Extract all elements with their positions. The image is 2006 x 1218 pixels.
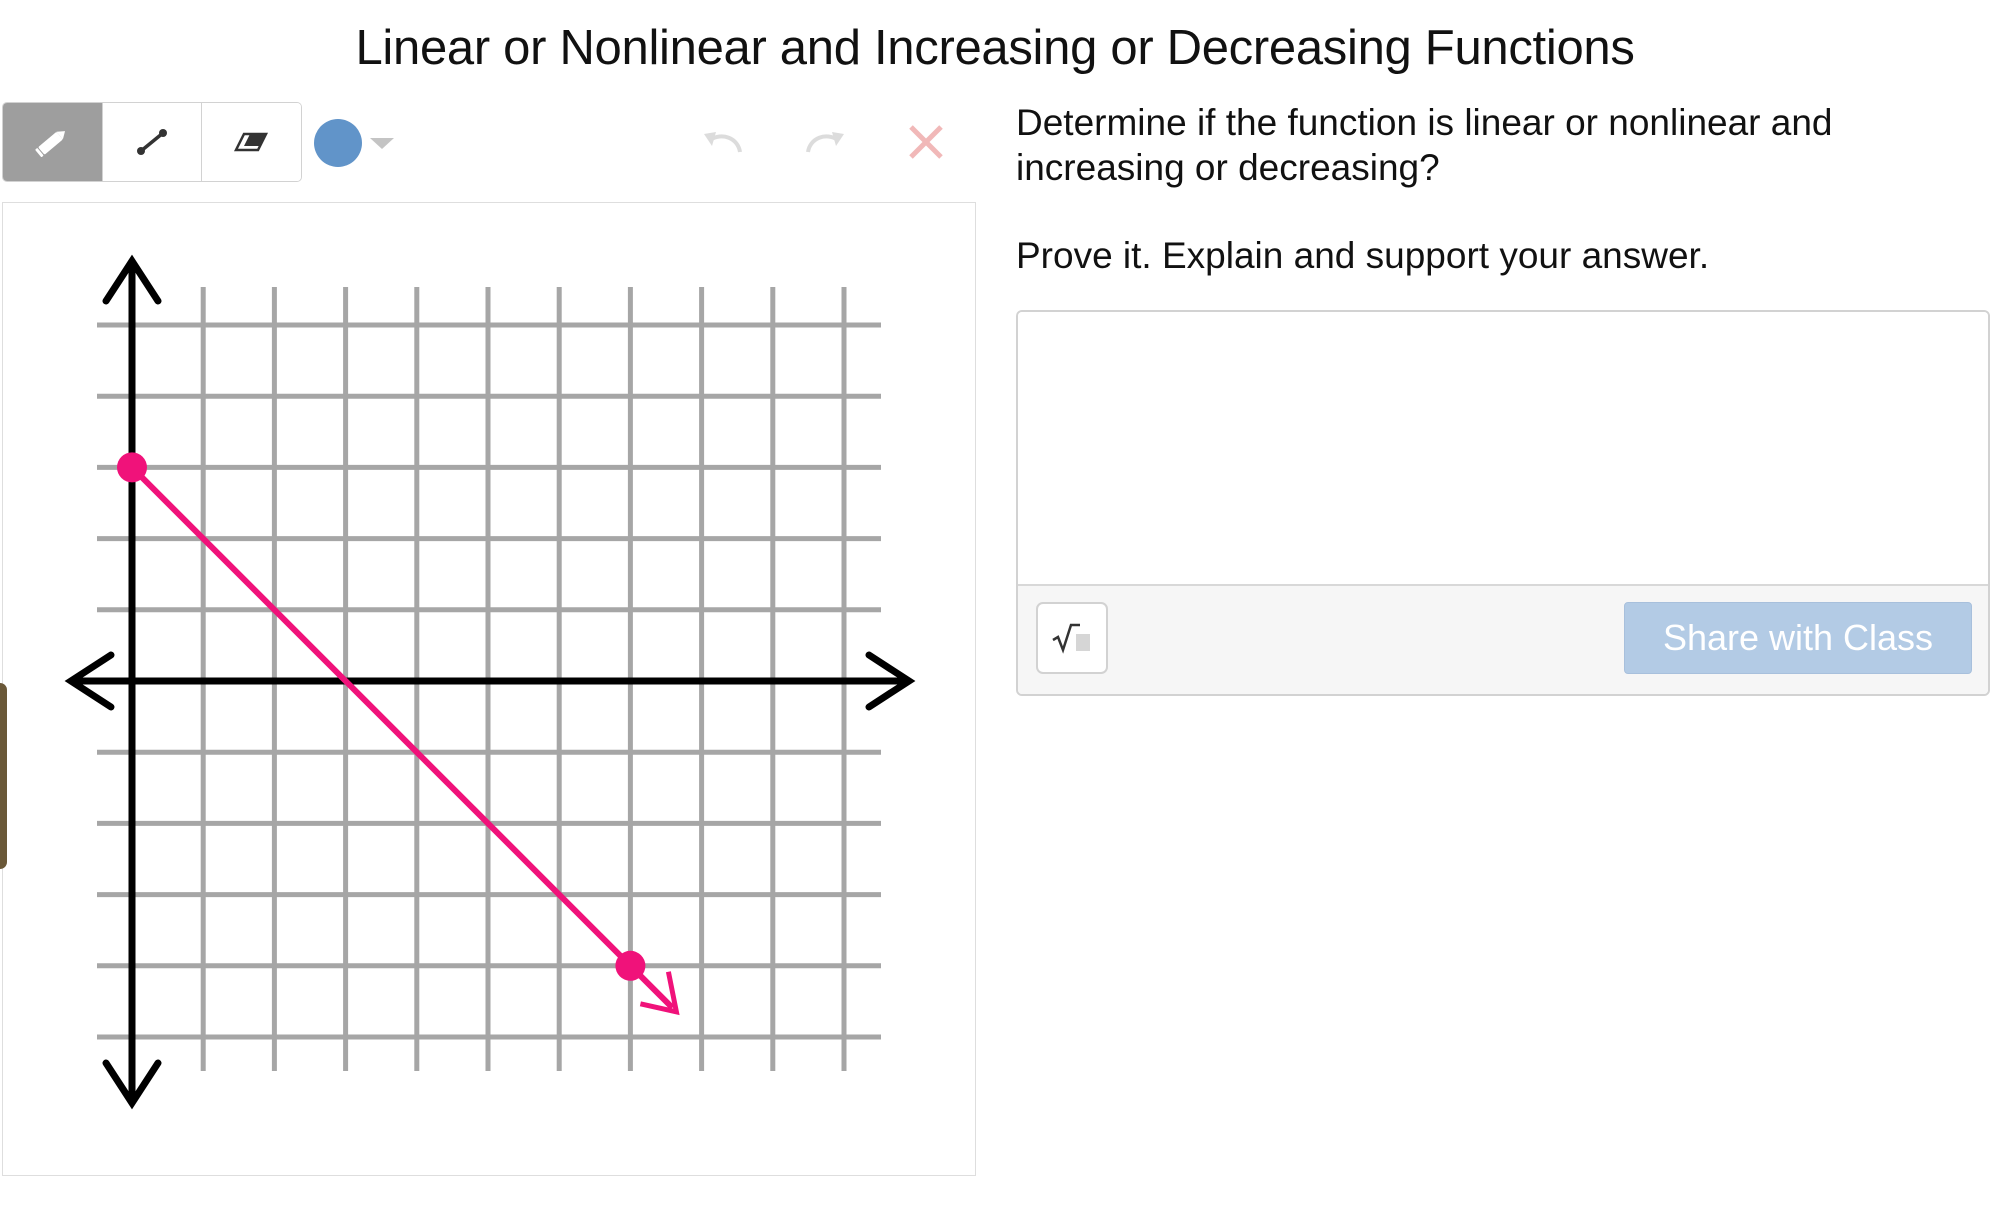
answer-input[interactable] bbox=[1018, 312, 1988, 584]
eraser-tool-button[interactable] bbox=[202, 103, 301, 181]
page-title: Linear or Nonlinear and Increasing or De… bbox=[355, 21, 1635, 75]
redo-button[interactable] bbox=[796, 114, 852, 170]
question-prompt: Determine if the function is linear or n… bbox=[1016, 100, 1916, 278]
answer-footer: Share with Class bbox=[1018, 584, 1988, 694]
square-root-icon bbox=[1052, 623, 1090, 654]
line-tool-button[interactable] bbox=[102, 103, 203, 181]
eraser-icon bbox=[233, 132, 268, 152]
function-line bbox=[129, 465, 675, 1010]
pencil-tool-button[interactable] bbox=[3, 103, 103, 181]
undo-icon bbox=[704, 132, 742, 153]
line-segment-icon bbox=[137, 129, 167, 155]
answer-box: Share with Class bbox=[1016, 310, 1990, 696]
chevron-down-icon bbox=[370, 138, 394, 149]
instruction-text: Prove it. Explain and support your answe… bbox=[1016, 235, 1710, 276]
drawing-toolbar bbox=[2, 102, 302, 182]
side-drawer-handle[interactable] bbox=[0, 683, 7, 869]
line-start-point bbox=[117, 452, 147, 483]
question-text: Determine if the function is linear or n… bbox=[1016, 102, 1833, 188]
color-picker[interactable] bbox=[314, 118, 404, 168]
math-equation-button[interactable] bbox=[1036, 602, 1108, 674]
share-with-class-button[interactable]: Share with Class bbox=[1624, 602, 1972, 674]
redo-icon bbox=[806, 132, 844, 153]
undo-button[interactable] bbox=[696, 114, 752, 170]
pencil-icon bbox=[35, 131, 66, 157]
coordinate-grid-graph bbox=[64, 254, 916, 1110]
clear-button[interactable] bbox=[898, 114, 954, 170]
color-swatch bbox=[314, 119, 362, 167]
close-icon bbox=[909, 125, 943, 159]
line-end-point bbox=[615, 950, 646, 981]
drawing-canvas[interactable] bbox=[2, 202, 976, 1176]
